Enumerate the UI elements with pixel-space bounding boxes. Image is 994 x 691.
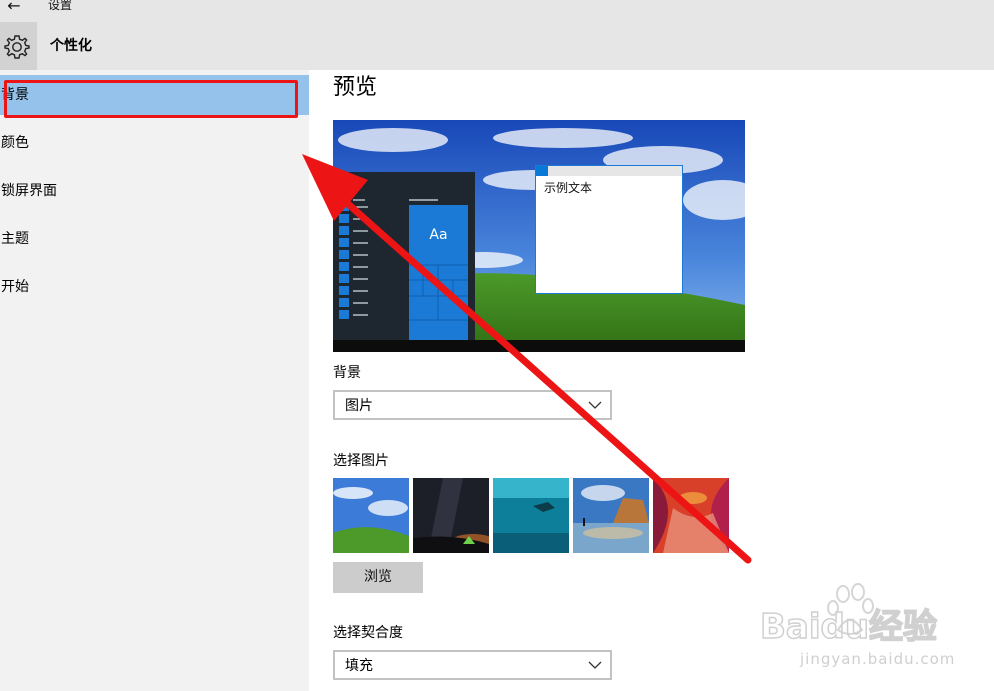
sidebar-item-lock-screen[interactable]: 锁屏界面 [0,171,309,211]
sidebar-item-themes[interactable]: 主题 [0,219,309,259]
sidebar: 背景 颜色 锁屏界面 主题 开始 [0,70,309,691]
sample-window: 示例文本 [535,165,683,294]
sample-window-titlebar [536,166,682,176]
back-arrow-icon[interactable]: ← [2,0,26,16]
page-header: 个性化 [0,22,994,70]
fit-dropdown[interactable]: 填充 [333,650,612,680]
background-label: 背景 [333,365,361,381]
chevron-down-icon [588,401,602,409]
bliss-thumbnail[interactable] [333,478,409,553]
sidebar-item-background[interactable]: 背景 [0,75,309,118]
red-canyon-thumbnail[interactable] [653,478,729,553]
beach-rocks-thumbnail[interactable] [573,478,649,553]
title-bar: ← 设置 [0,0,994,22]
background-dropdown-value: 图片 [345,398,373,414]
sample-text: 示例文本 [544,181,593,195]
page-title: 个性化 [50,38,92,54]
sidebar-item-start[interactable]: 开始 [0,267,309,307]
window-title: 设置 [48,0,73,12]
choose-picture-label: 选择图片 [333,453,389,469]
watermark-url: jingyan.baidu.com [800,650,956,668]
choose-fit-label: 选择契合度 [333,625,403,641]
night-sky-thumbnail[interactable] [413,478,489,553]
chevron-down-icon [588,661,602,669]
preview-heading: 预览 [333,75,378,100]
fit-dropdown-value: 填充 [345,658,373,674]
sidebar-item-colors[interactable]: 颜色 [0,123,309,163]
browse-button[interactable]: 浏览 [333,562,423,593]
settings-window: ← 设置 个性化 背景 颜色 锁屏界面 主题 开始 预览 Aa 示例文本 背景 … [0,0,994,691]
desktop-preview: Aa 示例文本 [333,120,745,352]
background-dropdown[interactable]: 图片 [333,390,612,420]
underwater-thumbnail[interactable] [493,478,569,553]
gear-icon[interactable] [0,22,37,70]
